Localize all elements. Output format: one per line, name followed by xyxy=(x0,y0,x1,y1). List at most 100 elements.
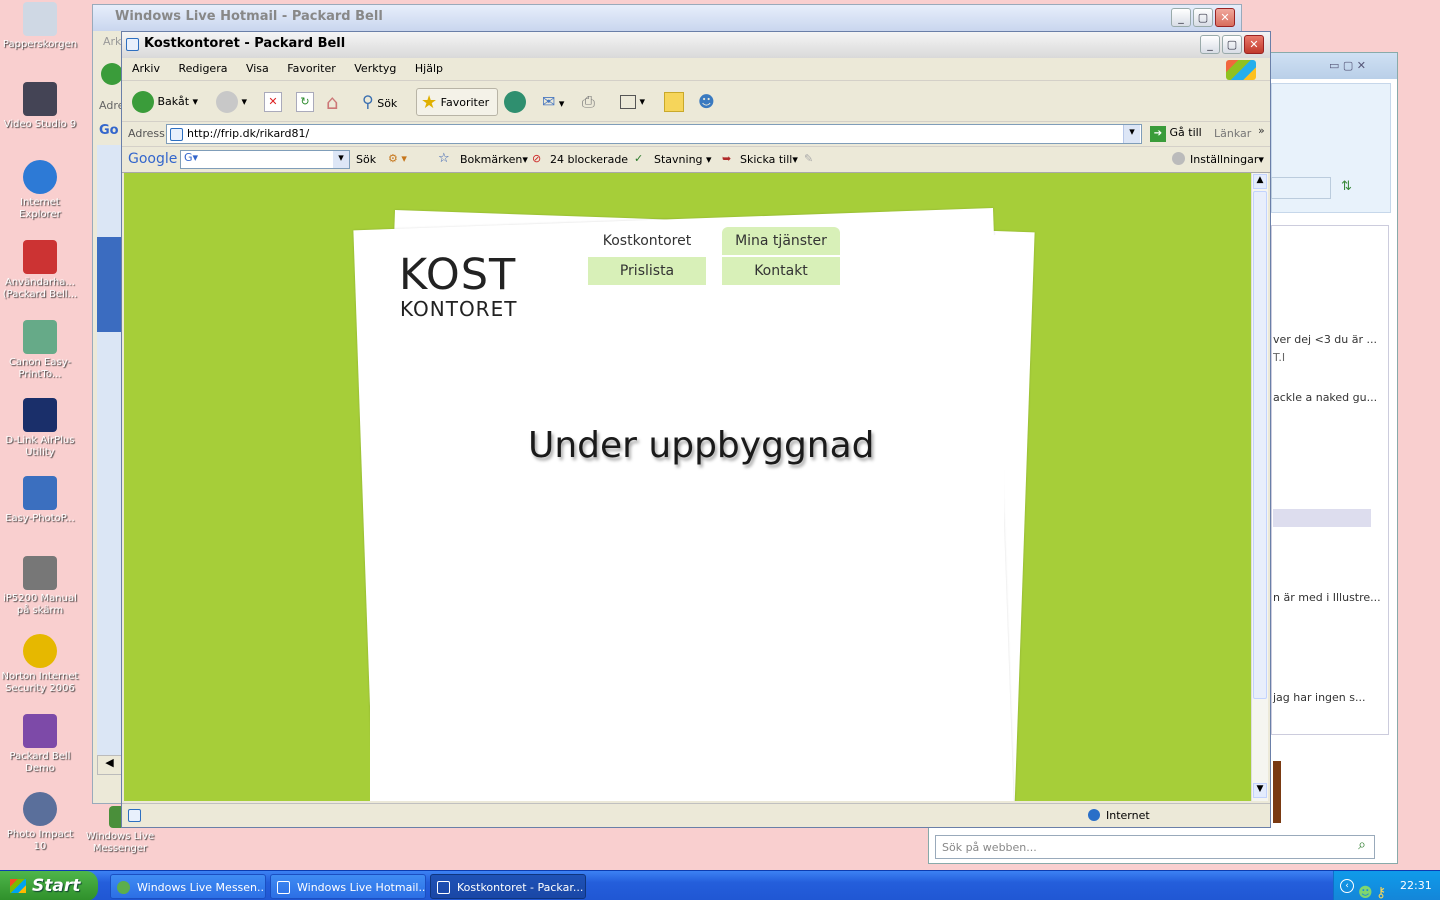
settings-button[interactable]: Inställningar▾ xyxy=(1190,153,1264,166)
hotmail-back-icon[interactable] xyxy=(101,63,123,85)
settings-label: Inställningar xyxy=(1190,153,1259,166)
messenger-window-controls[interactable]: ▭ ▢ ✕ xyxy=(1329,59,1366,72)
desktop-icon-norton[interactable]: Norton Internet Security 2006 xyxy=(0,634,80,695)
links-label[interactable]: Länkar xyxy=(1214,127,1251,140)
forward-button[interactable]: ▾ xyxy=(216,88,247,116)
security-zone: Internet xyxy=(1106,809,1150,822)
stop-button[interactable]: ✕ xyxy=(264,88,282,116)
tab-mina-tjanster[interactable]: Mina tjänster xyxy=(722,227,840,255)
scroll-up-icon[interactable]: ▲ xyxy=(1253,174,1267,189)
ie-maximize-button[interactable]: ▢ xyxy=(1222,35,1242,54)
search-button[interactable]: ⚲ Sök xyxy=(362,88,397,116)
star-icon: ★ xyxy=(421,92,438,113)
highlight-icon[interactable]: ✎ xyxy=(804,152,813,165)
tab-kontakt[interactable]: Kontakt xyxy=(722,257,840,285)
tray-messenger-icon[interactable]: ☻ xyxy=(1358,878,1373,900)
mail-button[interactable]: ✉ ▾ xyxy=(542,88,564,116)
add-contact-icon[interactable]: ⇅ xyxy=(1341,179,1352,194)
address-dropdown-icon[interactable]: ▾ xyxy=(1123,125,1140,143)
hotmail-scroll-left[interactable]: ◀ xyxy=(97,755,122,775)
packard-bell-icon xyxy=(23,714,57,748)
go-label: Gå till xyxy=(1169,126,1202,139)
desktop-icon-recycle-bin[interactable]: Papperskorgen xyxy=(0,2,80,51)
refresh-button[interactable]: ↻ xyxy=(296,88,314,116)
tray-expand-icon[interactable]: ‹ xyxy=(1340,879,1354,893)
google-search-input[interactable]: G▾ ▾ xyxy=(180,150,350,169)
hotmail-maximize-button[interactable]: ▢ xyxy=(1193,8,1213,27)
print-button[interactable]: ⎙ xyxy=(582,88,595,116)
send-to-icon: ➥ xyxy=(722,152,732,165)
google-pagerank-icon[interactable]: ⚙ ▾ xyxy=(388,152,407,165)
desktop-icon-canon[interactable]: Canon Easy-PrintTo... xyxy=(0,320,80,381)
web-search-input[interactable]: Sök på webben... xyxy=(935,835,1375,859)
task-hotmail[interactable]: Windows Live Hotmail... xyxy=(270,874,426,899)
ie-task-icon xyxy=(277,881,290,894)
address-input[interactable]: http://frip.dk/rikard81/ ▾ xyxy=(166,124,1142,144)
task-messenger[interactable]: Windows Live Messen... xyxy=(110,874,266,899)
menu-hjalp[interactable]: Hjälp xyxy=(415,62,443,75)
clock[interactable]: 22:31 xyxy=(1400,871,1432,900)
google-search-button[interactable]: Sök xyxy=(356,153,376,166)
home-button[interactable]: ⌂ xyxy=(326,88,339,116)
hotmail-google-fragment: Go xyxy=(99,123,119,138)
desktop-icon-internet-explorer[interactable]: Internet Explorer xyxy=(0,160,80,221)
menu-redigera[interactable]: Redigera xyxy=(178,62,227,75)
task-hotmail-label: Windows Live Hotmail... xyxy=(297,881,426,894)
hotmail-minimize-button[interactable]: _ xyxy=(1171,8,1191,27)
system-tray: ‹ ☻ ⚷ 22:31 xyxy=(1333,871,1440,900)
desktop-icon-packard-bell[interactable]: Packard Bell Demo xyxy=(0,714,80,775)
send-to-button[interactable]: Skicka till▾ xyxy=(740,153,798,166)
dlink-icon xyxy=(23,398,57,432)
page-icon xyxy=(170,128,183,141)
tray-key-icon[interactable]: ⚷ xyxy=(1376,878,1386,900)
messenger-ad-strip xyxy=(1273,761,1281,823)
google-dropdown-icon[interactable]: ▾ xyxy=(333,151,349,168)
ie-close-button[interactable]: ✕ xyxy=(1244,35,1264,54)
chevron-right-icon[interactable]: » xyxy=(1258,124,1265,137)
menu-arkiv[interactable]: Arkiv xyxy=(132,62,160,75)
task-kostkontoret[interactable]: Kostkontoret - Packar... xyxy=(430,874,586,899)
bookmarks-button[interactable]: Bokmärken▾ xyxy=(460,153,528,166)
hotmail-title: Windows Live Hotmail - Packard Bell xyxy=(115,9,383,24)
messenger-button[interactable]: ☻ xyxy=(698,88,715,116)
menu-favoriter[interactable]: Favoriter xyxy=(287,62,335,75)
discuss-button[interactable] xyxy=(664,88,684,116)
edit-icon xyxy=(620,95,636,109)
globe-icon xyxy=(1088,809,1100,821)
address-url: http://frip.dk/rikard81/ xyxy=(187,127,310,140)
scroll-thumb[interactable] xyxy=(1253,191,1267,699)
tab-kostkontoret[interactable]: Kostkontoret xyxy=(588,227,706,255)
messenger-filter-input[interactable] xyxy=(1271,177,1331,199)
search-icon[interactable]: ⌕ xyxy=(1351,837,1373,857)
ie-minimize-button[interactable]: _ xyxy=(1200,35,1220,54)
ie-task-icon-active xyxy=(437,881,450,894)
contact-message-3: ackle a naked gu... xyxy=(1273,391,1378,404)
tab-prislista[interactable]: Prislista xyxy=(588,257,706,285)
desktop-icon-user-guide[interactable]: Användarha... (Packard Bell... xyxy=(0,240,80,301)
contact-group-header[interactable] xyxy=(1273,509,1371,527)
menu-visa[interactable]: Visa xyxy=(246,62,269,75)
back-button[interactable]: Bakåt ▾ xyxy=(132,88,198,116)
hotmail-close-button[interactable]: ✕ xyxy=(1215,8,1235,27)
messenger-contact-list[interactable] xyxy=(1271,225,1389,735)
contact-message-1: ver dej <3 du är ... xyxy=(1273,333,1378,346)
favorites-label: Favoriter xyxy=(440,96,490,109)
scroll-down-icon[interactable]: ▼ xyxy=(1253,783,1267,798)
desktop-icon-video-studio[interactable]: Video Studio 9 xyxy=(0,82,80,131)
popup-blocked-count[interactable]: 24 blockerade xyxy=(550,153,628,166)
go-button[interactable]: ➔ Gå till xyxy=(1150,126,1202,142)
desktop-icon-dlink[interactable]: D-Link AirPlus Utility xyxy=(0,398,80,459)
page-scrollbar[interactable]: ▲ ▼ xyxy=(1251,173,1268,801)
start-button[interactable]: Start xyxy=(0,871,98,900)
desktop-icon-photo-impact[interactable]: Photo Impact 10 xyxy=(0,792,80,853)
desktop-icon-easy-photo[interactable]: Easy-PhotoP... xyxy=(0,476,80,525)
note-icon xyxy=(664,92,684,112)
favorites-button[interactable]: ★ Favoriter xyxy=(416,88,498,116)
menu-verktyg[interactable]: Verktyg xyxy=(354,62,396,75)
spelling-button[interactable]: Stavning ▾ xyxy=(654,153,712,166)
desktop-icon-manual[interactable]: iP5200 Manual på skärm xyxy=(0,556,80,617)
history-button[interactable] xyxy=(504,88,526,116)
go-arrow-icon: ➔ xyxy=(1150,126,1166,142)
edit-button[interactable]: ▾ xyxy=(620,88,645,116)
bookmarks-label: Bokmärken xyxy=(460,153,523,166)
